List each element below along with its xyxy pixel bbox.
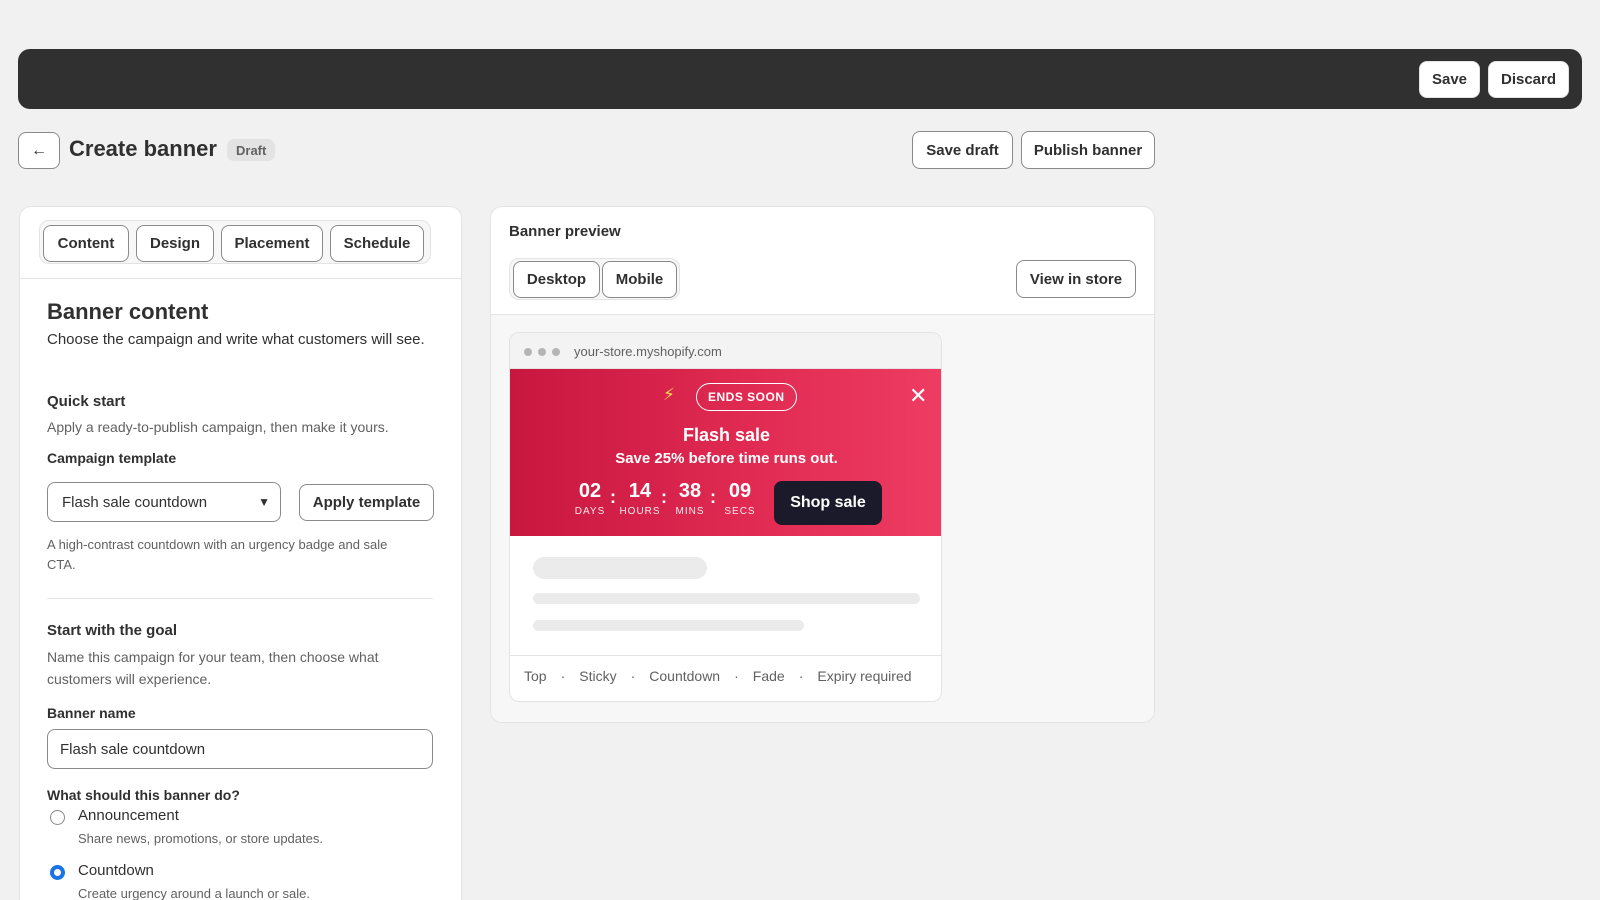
banner-name-label: Banner name bbox=[47, 705, 136, 721]
banner-subtitle: Save 25% before time runs out. bbox=[615, 450, 838, 467]
summary-separator: · bbox=[798, 668, 804, 684]
countdown-secs: 09 SECS bbox=[717, 480, 763, 517]
browser-mockup: your-store.myshopify.com ⚡ ENDS SOON ✕ F… bbox=[509, 332, 942, 702]
preview-title: Banner preview bbox=[509, 223, 621, 240]
template-help: A high-contrast countdown with an urgenc… bbox=[47, 537, 388, 572]
device-toggle: Desktop Mobile bbox=[509, 258, 680, 300]
countdown-value: 38 bbox=[678, 480, 702, 502]
countdown-value: 09 bbox=[728, 480, 752, 502]
status-badge: Draft bbox=[227, 139, 276, 161]
divider bbox=[510, 655, 941, 656]
save-button[interactable]: Save bbox=[1419, 61, 1480, 98]
back-button[interactable]: ← bbox=[18, 132, 60, 169]
radio-countdown[interactable] bbox=[50, 865, 65, 880]
countdown-unit: HOURS bbox=[619, 506, 661, 517]
close-icon[interactable]: ✕ bbox=[909, 383, 927, 409]
banner-settings-summary: Top · Sticky · Countdown · Fade · Expiry… bbox=[524, 668, 912, 684]
arrow-left-icon: ← bbox=[31, 141, 47, 159]
goal-title: Start with the goal bbox=[47, 622, 178, 639]
quick-start-title: Quick start bbox=[47, 393, 126, 410]
skeleton-line bbox=[533, 620, 804, 631]
announcement-banner: ⚡ ENDS SOON ✕ Flash sale Save 25% before… bbox=[510, 369, 941, 536]
tab-content[interactable]: Content bbox=[43, 225, 129, 262]
radio-announcement[interactable] bbox=[50, 810, 65, 825]
skeleton-heading bbox=[533, 557, 707, 579]
template-value: Flash sale countdown bbox=[62, 493, 208, 511]
tab-mobile[interactable]: Mobile bbox=[602, 261, 677, 298]
banner-title: Flash sale bbox=[682, 425, 771, 445]
summary-tag: Sticky bbox=[579, 668, 617, 684]
tab-desktop[interactable]: Desktop bbox=[513, 261, 600, 298]
banner-name-input[interactable]: Flash sale countdown bbox=[47, 729, 433, 769]
countdown-separator: : bbox=[610, 487, 616, 507]
section-heading: Banner content bbox=[47, 299, 209, 324]
browser-chrome: your-store.myshopify.com bbox=[510, 333, 941, 369]
banner-settings-card: Content Design Placement Schedule Banner… bbox=[19, 206, 462, 900]
countdown-value: 02 bbox=[578, 480, 602, 502]
purpose-label: What should this banner do? bbox=[47, 787, 240, 803]
divider bbox=[47, 598, 433, 599]
publish-banner-button[interactable]: Publish banner bbox=[1021, 131, 1155, 169]
radio-label-announcement: Announcement bbox=[78, 807, 179, 824]
radio-help-announcement: Share news, promotions, or store updates… bbox=[78, 831, 323, 846]
skeleton-line bbox=[533, 593, 920, 604]
countdown-unit: SECS bbox=[724, 506, 756, 517]
summary-tag: Countdown bbox=[649, 668, 721, 684]
countdown-unit: MINS bbox=[675, 506, 705, 517]
radio-help-countdown: Create urgency around a launch or sale. bbox=[78, 886, 310, 900]
countdown-hours: 14 HOURS bbox=[617, 480, 663, 517]
divider bbox=[20, 278, 461, 279]
banner-preview-card: Banner preview Desktop Mobile View in st… bbox=[490, 206, 1155, 723]
summary-separator: · bbox=[560, 668, 566, 684]
discard-button[interactable]: Discard bbox=[1488, 61, 1569, 98]
view-in-store-button[interactable]: View in store bbox=[1016, 260, 1136, 298]
page-title: Create banner bbox=[69, 136, 217, 161]
browser-url: your-store.myshopify.com bbox=[574, 344, 722, 359]
tab-placement[interactable]: Placement bbox=[221, 225, 323, 262]
countdown-mins: 38 MINS bbox=[667, 480, 713, 517]
quick-start-help: Apply a ready-to-publish campaign, then … bbox=[47, 419, 389, 435]
chevron-down-icon: ▼ bbox=[258, 495, 270, 509]
summary-tag: Fade bbox=[752, 668, 785, 684]
tab-schedule[interactable]: Schedule bbox=[330, 225, 424, 262]
window-dot-icon bbox=[552, 348, 560, 356]
countdown-separator: : bbox=[710, 487, 716, 507]
summary-separator: · bbox=[734, 668, 739, 684]
urgency-badge: ENDS SOON bbox=[696, 383, 797, 411]
save-draft-button[interactable]: Save draft bbox=[912, 131, 1013, 169]
banner-name-value: Flash sale countdown bbox=[60, 740, 206, 758]
goal-help: Name this campaign for your team, then c… bbox=[47, 649, 379, 687]
summary-tag: Top bbox=[524, 668, 547, 684]
window-dot-icon bbox=[538, 348, 546, 356]
countdown-days: 02 DAYS bbox=[567, 480, 613, 517]
countdown-value: 14 bbox=[628, 480, 652, 502]
radio-label-countdown: Countdown bbox=[78, 862, 154, 879]
lightning-icon: ⚡ bbox=[663, 385, 675, 404]
apply-template-button[interactable]: Apply template bbox=[299, 484, 434, 521]
summary-tag: Expiry required bbox=[817, 668, 912, 684]
section-description: Choose the campaign and write what custo… bbox=[47, 331, 425, 348]
settings-tabs: Content Design Placement Schedule bbox=[39, 220, 431, 264]
window-dot-icon bbox=[524, 348, 532, 356]
countdown-unit: DAYS bbox=[574, 506, 606, 517]
shop-sale-button[interactable]: Shop sale bbox=[774, 481, 882, 525]
tab-design[interactable]: Design bbox=[136, 225, 214, 262]
campaign-template-select[interactable]: Flash sale countdown ▼ bbox=[47, 482, 281, 522]
summary-separator: · bbox=[630, 668, 636, 684]
template-label: Campaign template bbox=[47, 450, 177, 466]
contextual-save-bar: Save Discard bbox=[18, 49, 1582, 109]
